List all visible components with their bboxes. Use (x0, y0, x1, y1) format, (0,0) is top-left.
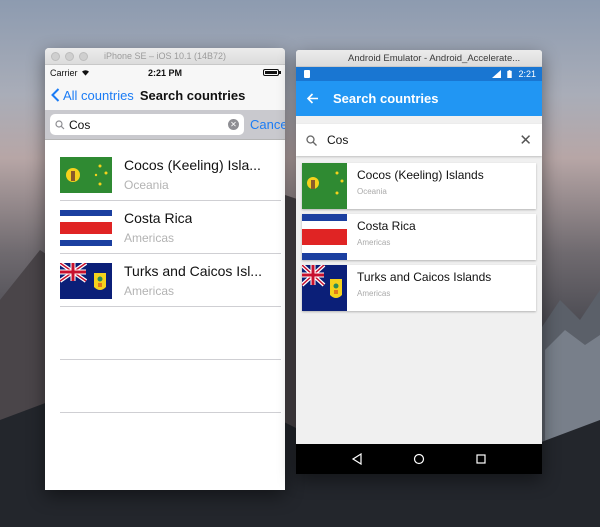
nav-back-icon[interactable] (351, 453, 363, 465)
ios-status-time: 2:21 PM (147, 67, 182, 78)
search-icon (55, 119, 65, 129)
arrow-back-icon[interactable] (306, 92, 319, 105)
country-region: Americas (124, 231, 175, 245)
clear-search-icon[interactable]: ✕ (228, 119, 239, 130)
list-item[interactable]: Cocos (Keeling) Isla... Oceania (45, 148, 285, 201)
android-emulator-window: Android Emulator - Android_Accelerate...… (296, 50, 542, 474)
list-item[interactable]: Costa Rica Americas (302, 214, 536, 260)
list-item[interactable]: Turks and Caicos Isl... Americas (45, 254, 285, 307)
android-status-bar: 2:21 (296, 67, 542, 81)
ios-status-bar: Carrier 2:21 PM (45, 65, 285, 80)
search-field[interactable]: ✕ (50, 114, 244, 135)
cocos-keeling-flag-icon (60, 156, 112, 193)
search-icon (306, 134, 317, 146)
list-item[interactable]: Turks and Caicos Islands Americas (302, 265, 536, 311)
country-region: Americas (124, 284, 175, 298)
country-region: Oceania (124, 178, 169, 192)
list-item[interactable]: Cocos (Keeling) Islands Oceania (302, 163, 536, 209)
window-controls (51, 52, 88, 61)
ios-navigation-bar: All countries Search countries (45, 80, 285, 110)
close-icon[interactable]: ✕ (519, 131, 532, 149)
list-item[interactable]: Costa Rica Americas (45, 201, 285, 254)
country-name: Cocos (Keeling) Islands (357, 168, 484, 182)
country-name: Turks and Caicos Islands (357, 270, 492, 284)
country-name: Costa Rica (357, 219, 416, 233)
page-title: Search countries (139, 87, 246, 103)
sim-icon (304, 70, 310, 78)
country-region: Americas (357, 238, 391, 247)
ios-results-list: Cocos (Keeling) Isla... Oceania Costa Ri… (45, 140, 285, 413)
ios-window-titlebar: iPhone SE – iOS 10.1 (14B72) (45, 48, 285, 65)
country-region: Americas (357, 289, 391, 298)
country-name: Cocos (Keeling) Isla... (124, 157, 261, 173)
country-region: Oceania (357, 187, 387, 196)
chevron-left-icon (51, 88, 60, 102)
ios-window-title: iPhone SE – iOS 10.1 (14B72) (103, 51, 227, 61)
costa-rica-flag-icon (60, 209, 112, 246)
nav-home-icon[interactable] (413, 453, 425, 465)
empty-row (45, 360, 285, 413)
android-navigation-bar (296, 444, 542, 474)
android-app-bar: Search countries (296, 81, 542, 116)
turks-caicos-flag-icon (302, 265, 347, 311)
battery-icon (263, 69, 281, 76)
android-window-titlebar: Android Emulator - Android_Accelerate... (296, 50, 542, 67)
ios-search-bar: ✕ Cancel (45, 110, 285, 140)
country-name: Costa Rica (124, 210, 193, 226)
ios-simulator-window: iPhone SE – iOS 10.1 (14B72) Carrier 2:2… (45, 48, 285, 490)
empty-row (45, 307, 285, 360)
minimize-window-button[interactable] (65, 52, 74, 61)
turks-caicos-flag-icon (60, 262, 112, 299)
cocos-keeling-flag-icon (302, 163, 347, 209)
back-button[interactable]: All countries (51, 88, 134, 103)
costa-rica-flag-icon (302, 214, 347, 260)
page-title: Search countries (333, 91, 439, 106)
back-button-label: All countries (63, 87, 134, 103)
android-search-bar[interactable]: ✕ (296, 124, 542, 156)
search-input[interactable] (69, 117, 224, 132)
search-input[interactable] (327, 133, 510, 147)
signal-icon (492, 70, 502, 78)
battery-icon (507, 70, 513, 78)
android-window-title: Android Emulator - Android_Accelerate... (348, 53, 521, 64)
android-status-time: 2:21 (518, 69, 536, 79)
cancel-button[interactable]: Cancel (250, 117, 285, 132)
close-window-button[interactable] (51, 52, 60, 61)
country-name: Turks and Caicos Isl... (124, 263, 262, 279)
android-results-list: Cocos (Keeling) Islands Oceania Costa Ri… (296, 156, 542, 311)
zoom-window-button[interactable] (79, 52, 88, 61)
nav-recents-icon[interactable] (475, 453, 487, 465)
